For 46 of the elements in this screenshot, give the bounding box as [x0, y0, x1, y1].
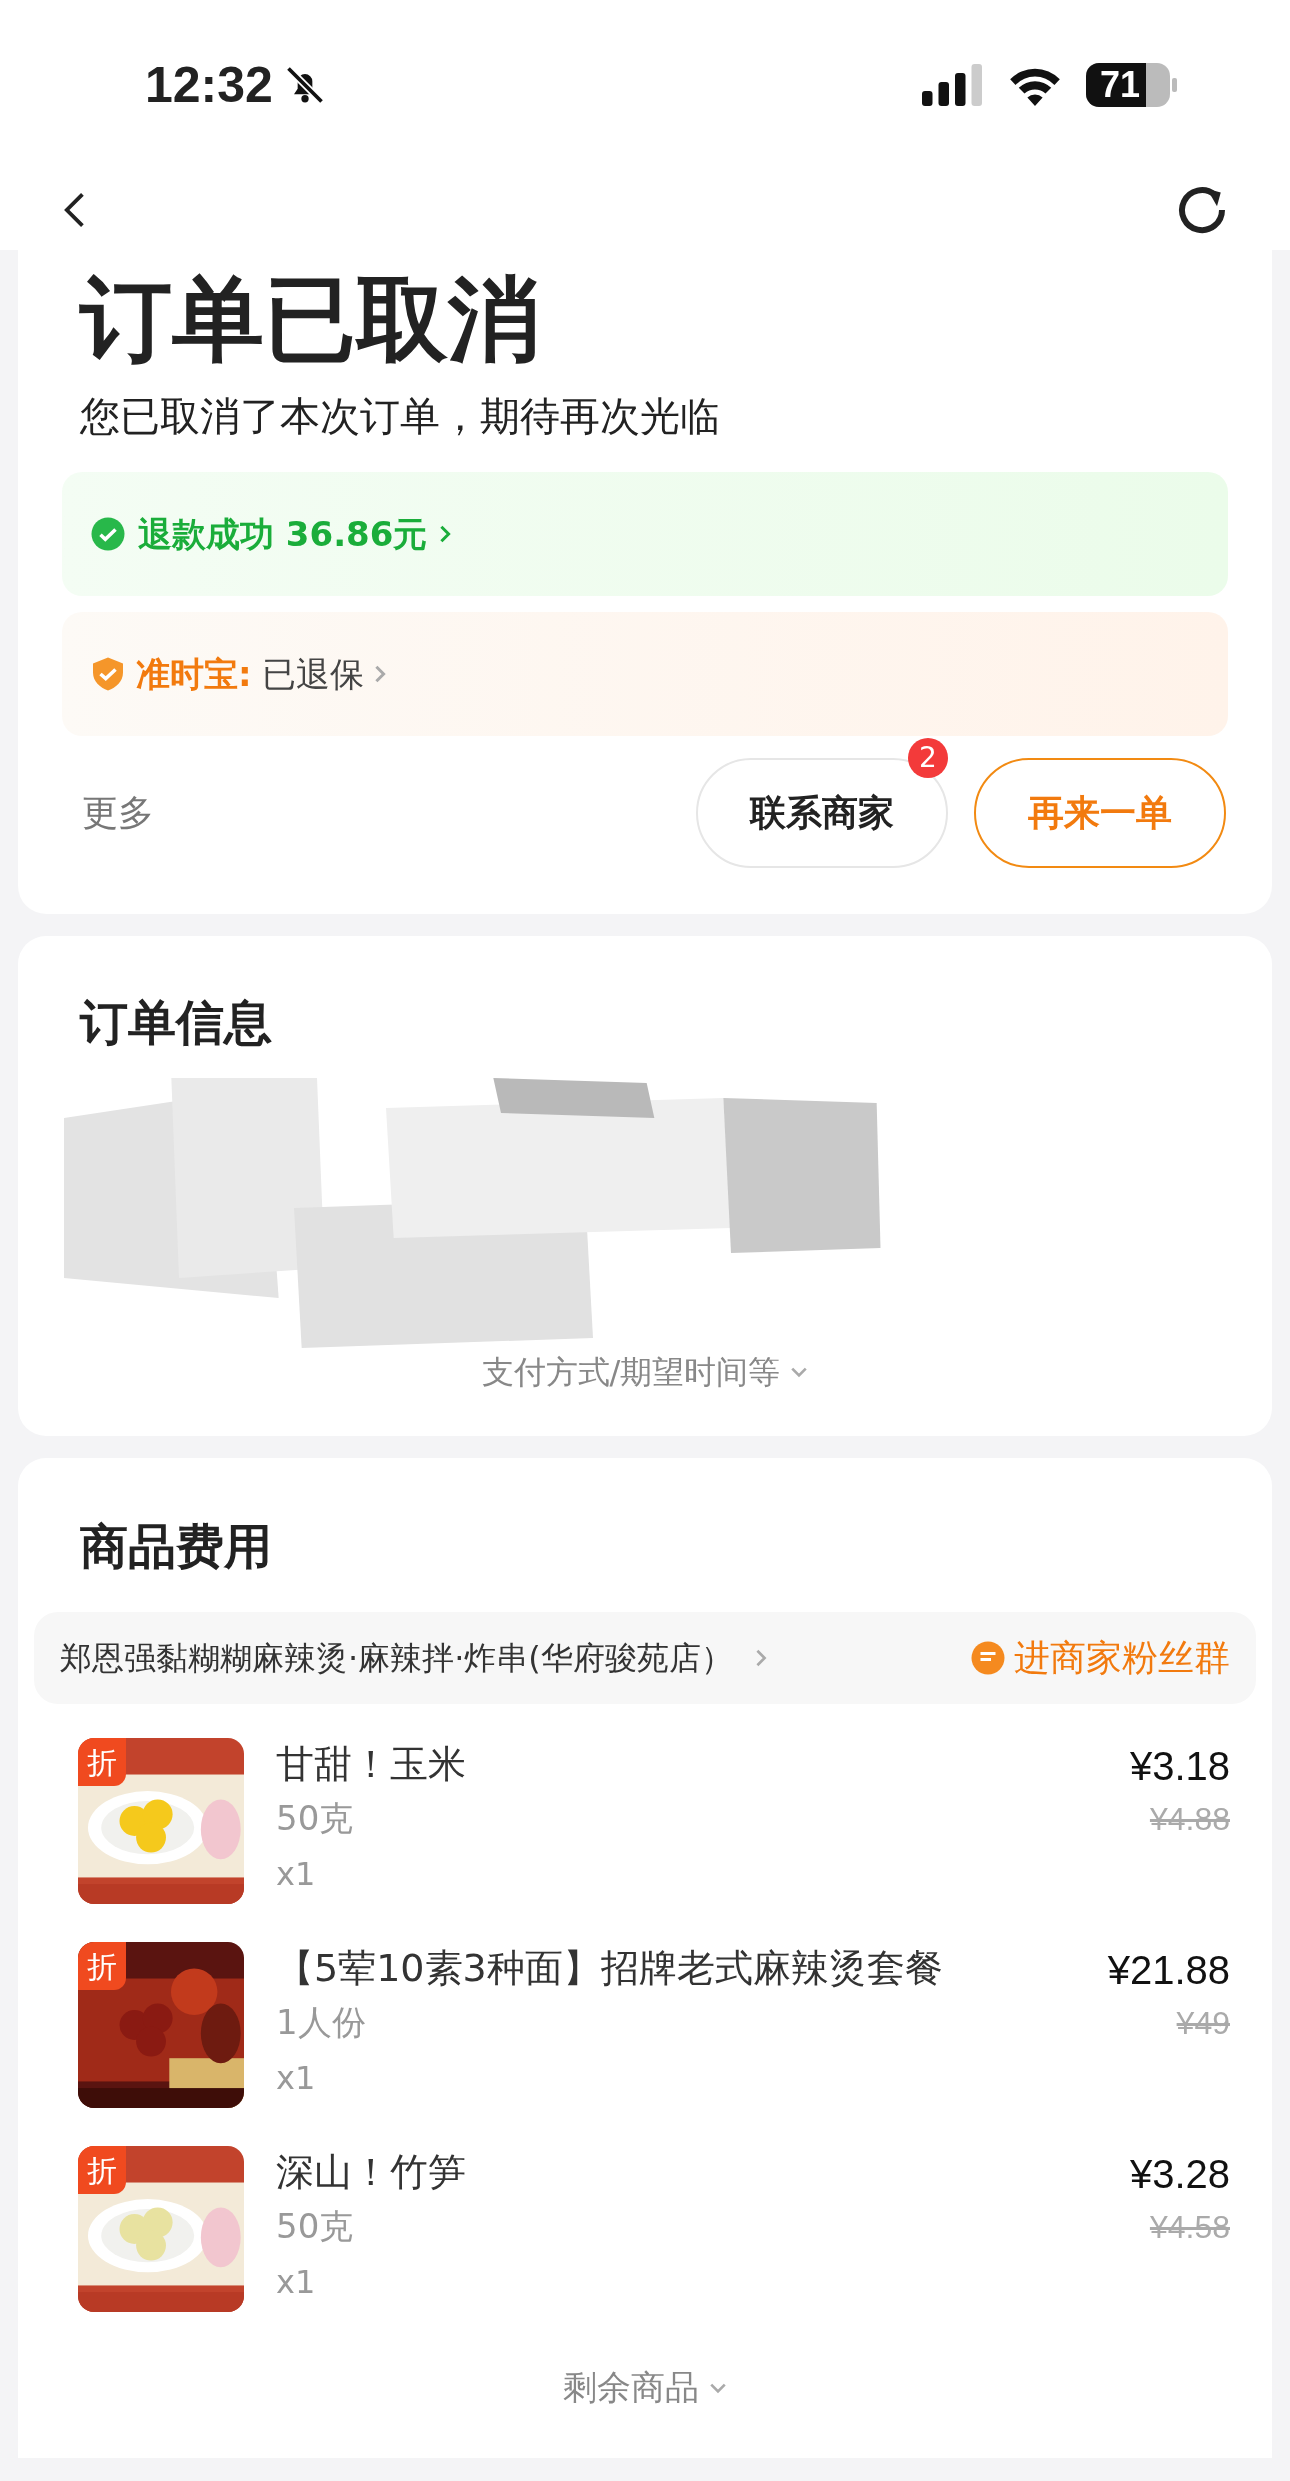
discount-tag: 折	[78, 2146, 126, 2194]
expand-details-link[interactable]: 支付方式/期望时间等	[481, 1348, 781, 1396]
section-title: 订单信息	[80, 993, 273, 1052]
more-link[interactable]: 更多	[82, 786, 154, 840]
original-price: ¥4.88	[1149, 1800, 1230, 1839]
product-spec: 1人份	[276, 2001, 367, 2044]
discount-tag: 折	[78, 1942, 126, 1990]
page-title: 订单已取消	[80, 265, 541, 375]
product-name: 深山！竹笋	[276, 2149, 467, 2196]
product-name: 【5荤10素3种面】招牌老式麻辣烫套餐	[276, 1945, 944, 1992]
section-title: 商品费用	[80, 1517, 273, 1576]
chevron-right-icon	[439, 524, 452, 544]
chevron-down-icon	[709, 2381, 727, 2394]
original-price: ¥4.58	[1149, 2208, 1230, 2247]
check-circle-icon	[90, 516, 126, 552]
refund-status: 退款成功 36.86元	[138, 512, 428, 556]
product-spec: 50克	[276, 1797, 355, 1840]
discount-tag: 折	[78, 1738, 126, 1786]
chevron-right-icon	[754, 1648, 767, 1668]
product-price: ¥3.18	[1129, 1743, 1230, 1790]
page-subtitle: 您已取消了本次订单，期待再次光临	[80, 392, 721, 441]
chevron-down-icon	[790, 1366, 809, 1378]
product-quantity: x1	[276, 1854, 317, 1895]
battery-icon	[1086, 63, 1178, 107]
status-time: 12:32	[145, 55, 273, 115]
shield-icon	[90, 656, 126, 692]
insurance-status: 已退保	[261, 652, 364, 696]
chevron-right-icon	[373, 664, 386, 684]
refund-banner[interactable]: 退款成功 36.86元	[62, 472, 1228, 596]
product-price: ¥21.88	[1107, 1947, 1230, 1994]
insurance-label: 准时宝:	[136, 652, 252, 696]
fan-group-link[interactable]: 进商家粉丝群	[1014, 1631, 1230, 1685]
remaining-items-link[interactable]: 剩余商品	[563, 2362, 699, 2413]
insurance-banner[interactable]: 准时宝: 已退保	[62, 612, 1228, 736]
signal-icon	[920, 64, 984, 106]
product-quantity: x1	[276, 2262, 317, 2303]
battery-level: 71	[1100, 63, 1141, 107]
shop-name[interactable]: 郑恩强黏糊糊麻辣烫·麻辣拌·炸串(华府骏苑店）	[60, 1634, 733, 1682]
notification-badge: 2	[908, 738, 948, 778]
chat-bubble-icon	[970, 1640, 1006, 1676]
reorder-button[interactable]: 再来一单	[974, 758, 1226, 868]
product-name: 甘甜！玉米	[276, 1741, 467, 1788]
product-spec: 50克	[276, 2205, 355, 2248]
product-price: ¥3.28	[1129, 2151, 1230, 2198]
original-price: ¥49	[1176, 2004, 1230, 2043]
product-quantity: x1	[276, 2058, 317, 2099]
